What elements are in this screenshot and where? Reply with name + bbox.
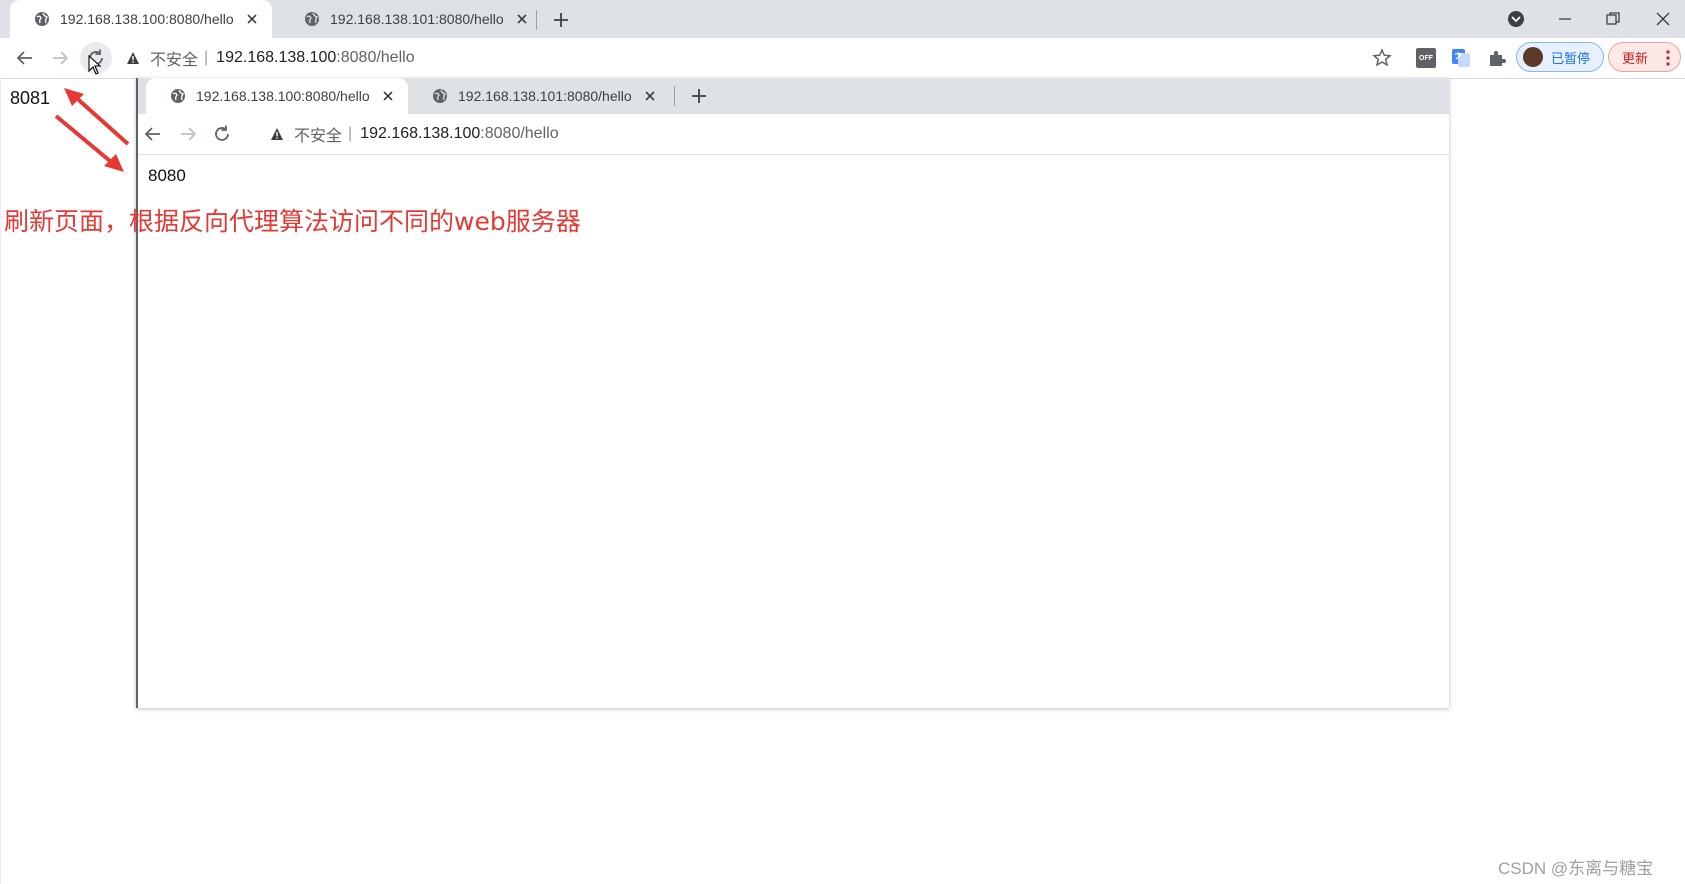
globe-icon <box>171 89 185 103</box>
forward-arrow-icon[interactable] <box>177 123 199 145</box>
extension-off-icon[interactable]: OFF <box>1416 48 1436 68</box>
security-label[interactable]: 不安全 <box>150 46 198 70</box>
reload-icon[interactable] <box>211 123 233 145</box>
warning-triangle-icon <box>127 52 139 64</box>
annotation-arrows <box>54 88 130 172</box>
tab-label: 192.168.138.100:8080/hello <box>60 11 234 27</box>
restore-icon[interactable] <box>1603 9 1623 29</box>
close-icon[interactable] <box>642 88 658 104</box>
url-host: 192.168.138.100 <box>360 125 481 142</box>
forward-arrow-icon[interactable] <box>49 47 71 69</box>
tab-search-icon[interactable] <box>1506 9 1526 29</box>
watermark: CSDN @东离与糖宝 <box>1498 859 1654 878</box>
globe-icon <box>35 12 49 26</box>
url-path: :8080/hello <box>336 49 415 66</box>
url-path: :8080/hello <box>480 125 559 142</box>
tab-label: 192.168.138.100:8080/hello <box>196 88 370 104</box>
back-arrow-icon[interactable] <box>142 123 164 145</box>
inner-address-bar[interactable]: 不安全 | 192.168.138.100:8080/hello <box>270 120 559 148</box>
profile-paused-button[interactable]: 已暂停 <box>1516 42 1604 72</box>
tab-separator <box>536 10 537 30</box>
inner-tab-2[interactable]: 192.168.138.101:8080/hello <box>408 78 670 114</box>
url-host: 192.168.138.100 <box>216 49 337 66</box>
warning-triangle-icon <box>271 128 283 140</box>
tab-separator <box>674 86 675 106</box>
inner-tab-1[interactable]: 192.168.138.100:8080/hello <box>146 78 408 114</box>
back-arrow-icon[interactable] <box>14 47 36 69</box>
omnibox-separator: | <box>348 125 353 142</box>
inner-browser-window: 192.168.138.100:8080/hello 192.168.138.1… <box>136 78 1449 708</box>
outer-tab-1[interactable]: 192.168.138.100:8080/hello <box>10 0 272 38</box>
translate-icon[interactable] <box>1450 47 1472 69</box>
tab-label: 192.168.138.101:8080/hello <box>458 88 632 104</box>
minimize-icon[interactable] <box>1555 9 1575 29</box>
more-vertical-icon[interactable] <box>1666 50 1670 66</box>
inner-tabstrip: 192.168.138.100:8080/hello 192.168.138.1… <box>138 78 1449 114</box>
new-tab-plus-icon[interactable] <box>688 85 710 107</box>
outer-tabstrip: 192.168.138.100:8080/hello 192.168.138.1… <box>0 0 1685 38</box>
inner-page-text: 8080 <box>148 166 186 185</box>
security-label[interactable]: 不安全 <box>294 122 342 146</box>
tab-label: 192.168.138.101:8080/hello <box>330 11 504 27</box>
mouse-cursor-icon <box>88 55 102 75</box>
extensions-puzzle-icon[interactable] <box>1486 47 1508 69</box>
close-icon[interactable] <box>244 11 260 27</box>
globe-icon <box>305 12 319 26</box>
outer-tab-2[interactable]: 192.168.138.101:8080/hello <box>280 0 542 38</box>
update-label: 更新 <box>1622 50 1649 66</box>
bookmark-star-icon[interactable] <box>1371 47 1393 69</box>
outer-page-text: 8081 <box>10 88 51 108</box>
close-icon[interactable] <box>514 11 530 27</box>
window-close-icon[interactable] <box>1653 9 1673 29</box>
globe-icon <box>433 89 447 103</box>
omnibox-separator: | <box>204 49 209 66</box>
annotation-text: 刷新页面，根据反向代理算法访问不同的web服务器 <box>4 207 581 236</box>
avatar <box>1523 47 1543 67</box>
new-tab-plus-icon[interactable] <box>550 9 572 31</box>
close-icon[interactable] <box>380 88 396 104</box>
profile-label: 已暂停 <box>1551 50 1591 66</box>
update-button[interactable]: 更新 <box>1608 42 1681 72</box>
outer-address-bar[interactable]: 不安全 | 192.168.138.100:8080/hello <box>126 44 415 72</box>
